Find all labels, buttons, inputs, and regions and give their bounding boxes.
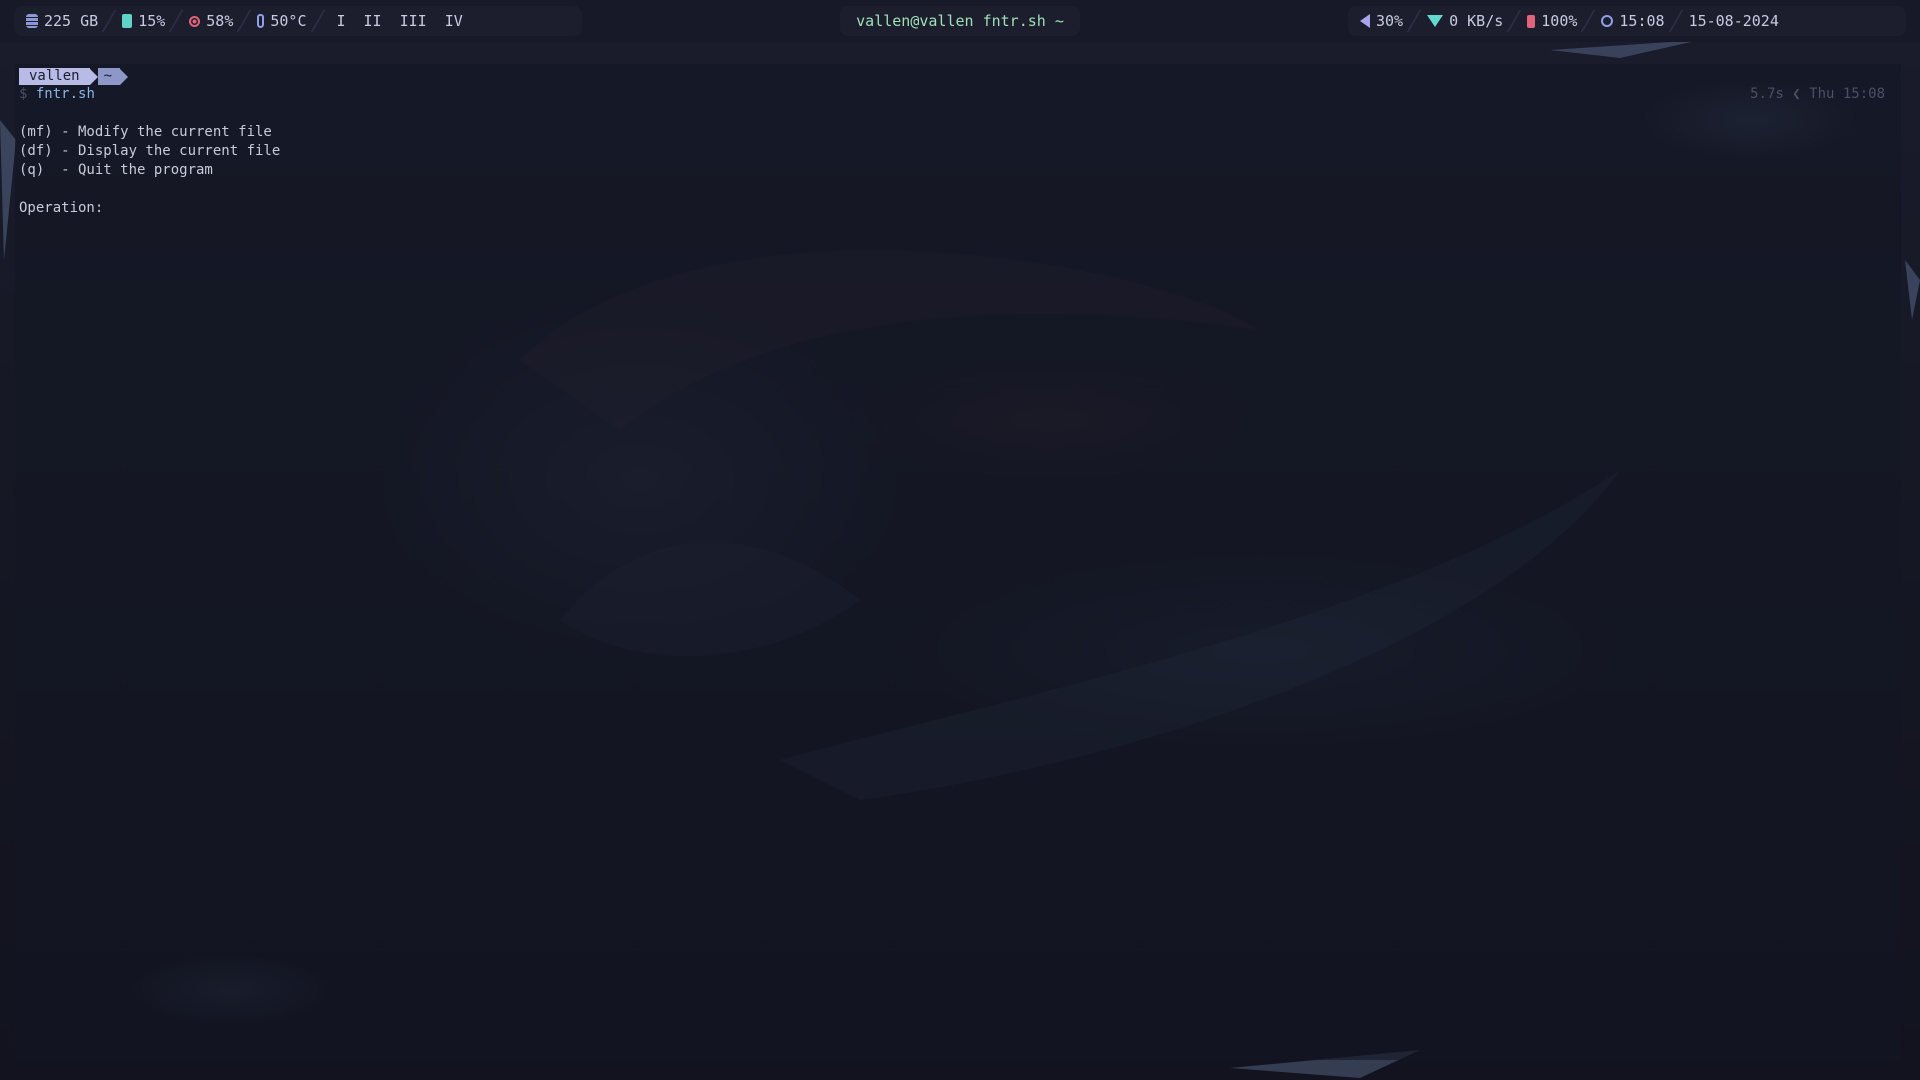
cpu-value: 58% [206, 12, 234, 30]
workspace-2[interactable]: II [364, 12, 382, 30]
right-prompt: 5.7s ❮ Thu 15:08 [1750, 86, 1885, 102]
network-module[interactable]: 0 KB/s [1415, 6, 1515, 36]
prompt-separator-icon [89, 68, 98, 85]
right-prompt-separator: ❮ [1792, 86, 1801, 102]
memory-icon [122, 14, 133, 28]
menu-option-quit: (q) - Quit the program [19, 162, 213, 178]
network-value: 0 KB/s [1449, 12, 1504, 30]
disk-module[interactable]: 225 GB [14, 6, 110, 36]
prompt-directory: ~ [97, 68, 121, 85]
prompt-end-icon [120, 68, 129, 85]
temperature-value: 50°C [270, 12, 307, 30]
clock-icon [1601, 15, 1614, 27]
thermometer-icon [257, 14, 265, 28]
workspace-1[interactable]: I [337, 12, 346, 30]
prompt-user: vallen [19, 68, 90, 85]
command-text: fntr.sh [35, 86, 95, 102]
disk-icon [26, 14, 38, 28]
status-bar: 225 GB 15% 58% 50°C I II III IV vallen@v… [0, 0, 1920, 42]
clock-value: 15:08 [1619, 12, 1665, 30]
date-module[interactable]: 15-08-2024 [1677, 6, 1791, 36]
operation-prompt: Operation: [19, 200, 104, 216]
status-bar-left: 225 GB 15% 58% 50°C I II III IV [14, 6, 582, 36]
battery-value: 100% [1541, 12, 1578, 30]
disk-value: 225 GB [44, 12, 99, 30]
right-prompt-datetime: Thu 15:08 [1809, 86, 1885, 102]
memory-module[interactable]: 15% [110, 6, 177, 36]
window-title: vallen@vallen fntr.sh ~ [856, 12, 1064, 30]
battery-module[interactable]: 100% [1515, 6, 1589, 36]
date-value: 15-08-2024 [1688, 12, 1779, 30]
speaker-icon [1360, 14, 1370, 28]
workspace-switcher: I II III IV [319, 6, 481, 36]
prompt-symbol: $ [19, 86, 28, 102]
terminal-window[interactable]: vallen ~ $ fntr.sh 5.7s ❮ Thu 15:08 (mf)… [15, 64, 1901, 1060]
memory-value: 15% [138, 12, 166, 30]
temperature-module[interactable]: 50°C [245, 6, 318, 36]
prompt-segments: vallen ~ [19, 68, 129, 85]
command-line: $ fntr.sh [19, 86, 95, 102]
volume-module[interactable]: 30% [1348, 6, 1415, 36]
menu-option-display: (df) - Display the current file [19, 143, 281, 159]
volume-value: 30% [1376, 12, 1404, 30]
menu-option-modify: (mf) - Modify the current file [19, 124, 272, 140]
status-bar-right: 30% 0 KB/s 100% 15:08 15-08-2024 [1348, 6, 1906, 36]
wifi-icon [1427, 15, 1444, 27]
cpu-module[interactable]: 58% [177, 6, 245, 36]
window-title-module: vallen@vallen fntr.sh ~ [840, 6, 1080, 36]
battery-icon [1527, 14, 1536, 28]
workspace-3[interactable]: III [400, 12, 427, 30]
clock-module[interactable]: 15:08 [1589, 6, 1676, 36]
command-duration: 5.7s [1750, 86, 1784, 102]
cpu-icon [189, 15, 201, 27]
workspace-4[interactable]: IV [445, 12, 463, 30]
